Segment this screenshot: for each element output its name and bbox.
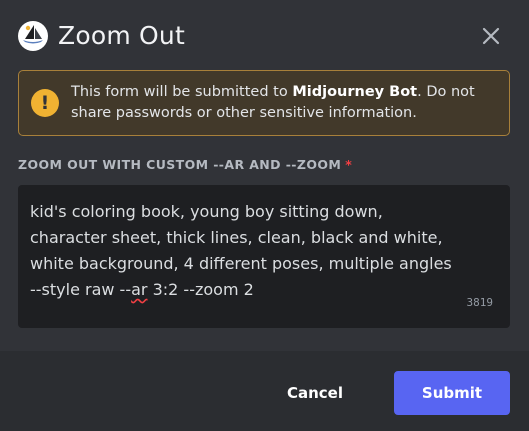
misspelled-word: ar — [131, 280, 148, 299]
warning-bot-name: Midjourney Bot — [292, 84, 418, 100]
character-count: 3819 — [466, 296, 494, 309]
submit-button[interactable]: Submit — [394, 371, 510, 415]
sailboat-icon — [21, 23, 45, 49]
prompt-line-3: white background, 4 different poses, mul… — [30, 254, 452, 273]
bot-avatar — [18, 21, 48, 51]
field-label-text: ZOOM OUT WITH CUSTOM --AR AND --ZOOM — [18, 157, 342, 172]
close-icon — [479, 27, 503, 52]
warning-text-before: This form will be submitted to — [71, 84, 293, 100]
prompt-textarea[interactable]: kid's coloring book, young boy sitting d… — [18, 185, 510, 328]
required-marker: * — [345, 157, 353, 172]
cancel-button[interactable]: Cancel — [269, 371, 361, 415]
prompt-line-2: character sheet, thick lines, clean, bla… — [30, 228, 443, 247]
exclamation-icon: ! — [31, 89, 59, 117]
field-label: ZOOM OUT WITH CUSTOM --AR AND --ZOOM * — [18, 157, 352, 172]
prompt-line-4: --style raw --ar 3:2 --zoom 2 — [30, 277, 498, 303]
zoom-out-modal: Zoom Out ! This form will be submitted t… — [0, 0, 529, 431]
warning-banner: ! This form will be submitted to Midjour… — [18, 70, 510, 136]
prompt-line-4-suffix: 3:2 --zoom 2 — [147, 280, 254, 299]
modal-footer: Cancel Submit — [0, 351, 529, 431]
close-button[interactable] — [479, 24, 503, 48]
modal-title: Zoom Out — [58, 21, 185, 50]
prompt-line-4-prefix: --style raw -- — [30, 280, 132, 299]
prompt-line-1: kid's coloring book, young boy sitting d… — [30, 202, 383, 221]
modal-header: Zoom Out — [18, 18, 511, 54]
warning-text: This form will be submitted to Midjourne… — [71, 82, 495, 124]
